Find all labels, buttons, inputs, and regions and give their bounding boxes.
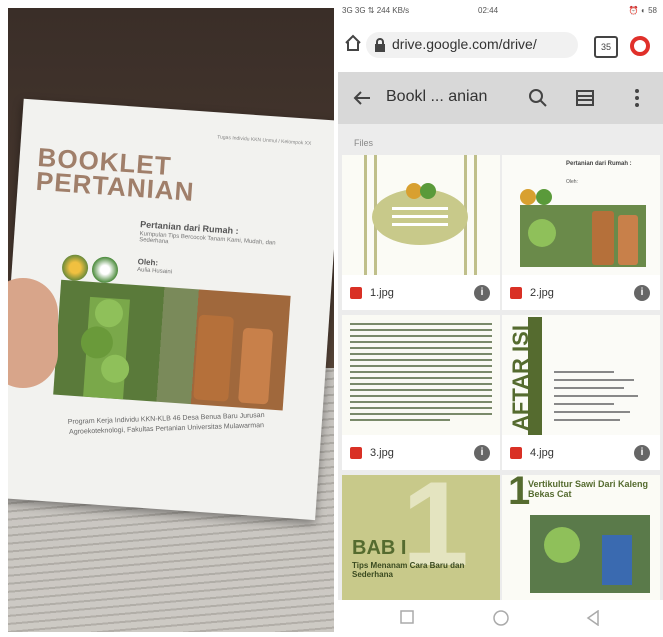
back-arrow-icon[interactable]	[352, 88, 372, 108]
search-icon[interactable]	[528, 88, 548, 108]
back-nav-icon[interactable]	[586, 610, 600, 626]
file-thumbnail: Pertanian dari Rumah : Oleh:	[502, 155, 660, 275]
file-thumbnail: 1 Vertikultur Sawi Dari Kaleng Bekas Cat	[502, 475, 660, 600]
file-footer: 3.jpg i	[342, 435, 500, 470]
thumb-title: Pertanian dari Rumah :	[566, 161, 632, 167]
file-footer: 2.jpg i	[502, 275, 660, 310]
file-tile[interactable]: 1 BAB I Tips Menanam Cara Baru dan Seder…	[342, 475, 500, 600]
info-icon[interactable]: i	[634, 285, 650, 301]
thumb-author: Oleh:	[566, 179, 578, 185]
file-footer: 4.jpg i	[502, 435, 660, 470]
drive-app-bar: Bookl ... anian	[338, 72, 663, 124]
phone-screen: 3G 3G ⇅ 244 KB/s 02:44 ⏰ ◐ 58 drive.goog…	[338, 0, 663, 637]
thumb-chapter-sub: Tips Menanam Cara Baru dan Sederhana	[352, 561, 465, 579]
file-name: 4.jpg	[530, 447, 554, 459]
battery-info: ⏰ ◐ 58	[628, 6, 657, 15]
recents-icon[interactable]	[400, 610, 414, 624]
file-thumbnail: 1 BAB I Tips Menanam Cara Baru dan Seder…	[342, 475, 500, 600]
booklet-cover-photo	[53, 279, 291, 411]
home-nav-icon[interactable]	[493, 610, 509, 626]
lock-icon	[374, 38, 386, 52]
more-vert-icon[interactable]	[634, 88, 640, 108]
image-file-icon	[510, 287, 522, 299]
booklet-photo: Tugas Individu KKN Unmul / Kelompok XX B…	[8, 8, 334, 632]
kkn-logo	[91, 255, 119, 284]
thumb-chapter-label: BAB I	[352, 537, 407, 559]
file-tile[interactable]: 1 Vertikultur Sawi Dari Kaleng Bekas Cat	[502, 475, 660, 600]
file-name: 2.jpg	[530, 287, 554, 299]
list-view-icon[interactable]	[576, 90, 594, 106]
status-bar: 3G 3G ⇅ 244 KB/s 02:44 ⏰ ◐ 58	[338, 0, 663, 22]
image-file-icon	[510, 447, 522, 459]
booklet-header-text: Tugas Individu KKN Unmul / Kelompok XX	[216, 134, 312, 147]
image-file-icon	[350, 287, 362, 299]
android-nav-bar	[338, 600, 663, 637]
file-name: 1.jpg	[370, 287, 394, 299]
file-footer: 1.jpg i	[342, 275, 500, 310]
info-icon[interactable]: i	[634, 445, 650, 461]
opera-menu-icon[interactable]	[630, 36, 650, 56]
booklet-author: Aulia Husaini	[136, 267, 173, 276]
booklet-author-label: Oleh:	[137, 257, 159, 268]
image-file-icon	[350, 447, 362, 459]
info-icon[interactable]: i	[474, 445, 490, 461]
file-tile[interactable]: Pertanian dari Rumah : Oleh: 2.jpg i	[502, 155, 660, 310]
home-icon[interactable]	[344, 34, 362, 52]
booklet-title: BOOKLET PERTANIAN	[34, 141, 196, 207]
hand	[8, 278, 58, 388]
file-tile[interactable]: 1.jpg i	[342, 155, 500, 310]
file-name: 3.jpg	[370, 447, 394, 459]
booklet-footer: Program Kerja Individu KKN-KLB 46 Desa B…	[67, 412, 265, 436]
booklet-subtitle-desc: Kumpulan Tips Bercocok Tanam Kami, Mudah…	[138, 231, 276, 247]
files-section-header: Files	[354, 138, 374, 148]
tab-switcher-button[interactable]: 35	[594, 36, 618, 58]
file-thumbnail: AFTAR ISI	[502, 315, 660, 435]
browser-toolbar: drive.google.com/drive/ 35	[338, 22, 663, 64]
university-logo	[61, 253, 89, 282]
url-text[interactable]: drive.google.com/drive/	[392, 36, 572, 52]
signal-info: 3G 3G ⇅ 244 KB/s	[342, 6, 410, 15]
file-thumbnail	[342, 315, 500, 435]
file-tile[interactable]: AFTAR ISI 4.jpg i	[502, 315, 660, 470]
clock: 02:44	[478, 6, 499, 15]
info-icon[interactable]: i	[474, 285, 490, 301]
file-tile[interactable]: 3.jpg i	[342, 315, 500, 470]
folder-title: Bookl ... anian	[386, 88, 488, 105]
file-thumbnail	[342, 155, 500, 275]
